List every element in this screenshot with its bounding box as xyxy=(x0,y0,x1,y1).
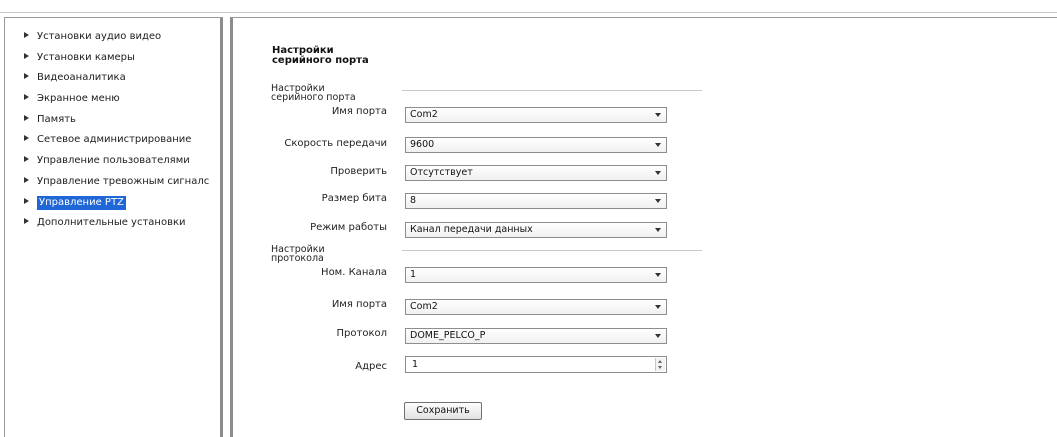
chevron-down-icon xyxy=(655,199,661,203)
sidebar-item-label: Сетевое администрирование xyxy=(37,134,192,146)
top-divider xyxy=(0,12,1057,13)
protocol-select[interactable]: DOME_PELCO_P xyxy=(405,328,667,344)
serial-section-divider xyxy=(402,90,702,91)
chevron-down-icon xyxy=(655,143,661,147)
work-mode-label: Режим работы xyxy=(310,222,387,233)
page-title-line2: серийного порта xyxy=(272,55,369,66)
serial-heading-line2: серийного порта xyxy=(271,92,356,103)
sidebar-item-label: Управление PTZ xyxy=(37,195,126,210)
save-button[interactable]: Сохранить xyxy=(404,402,482,420)
protocol-label: Протокол xyxy=(336,328,387,339)
parity-select[interactable]: Отсутствует xyxy=(405,165,667,181)
triangle-right-icon xyxy=(24,94,29,101)
sidebar-item-users[interactable]: Управление пользователями xyxy=(24,151,209,172)
triangle-right-icon xyxy=(24,114,29,121)
sidebar-item-alarm[interactable]: Управление тревожным сигналс xyxy=(24,172,209,193)
chevron-down-icon xyxy=(655,113,661,117)
serial-section-heading: Настройки серийного порта xyxy=(271,84,356,103)
sidebar-item-network[interactable]: Сетевое администрирование xyxy=(24,130,209,151)
chevron-down-icon xyxy=(655,273,661,277)
baud-rate-select[interactable]: 9600 xyxy=(405,137,667,153)
protocol-port-name-label: Имя порта xyxy=(331,299,387,310)
triangle-right-icon xyxy=(24,176,29,183)
channel-select[interactable]: 1 xyxy=(405,267,667,283)
sidebar-item-label: Управление тревожным сигналс xyxy=(37,175,210,187)
triangle-right-icon xyxy=(24,52,29,59)
chevron-down-icon xyxy=(655,305,661,309)
parity-label: Проверить xyxy=(330,166,387,177)
spinner-up-icon[interactable] xyxy=(658,360,662,363)
baud-rate-value: 9600 xyxy=(410,139,435,150)
sidebar-item-osd[interactable]: Экранное меню xyxy=(24,89,209,110)
protocol-section-heading: Настройки протокола xyxy=(271,245,325,264)
channel-label: Ном. Канала xyxy=(321,267,387,278)
address-input[interactable]: 1 xyxy=(405,356,667,373)
parity-value: Отсутствует xyxy=(410,167,473,178)
sidebar-item-camera[interactable]: Установки камеры xyxy=(24,48,209,69)
protocol-section-divider xyxy=(402,250,702,251)
protocol-port-name-select[interactable]: Com2 xyxy=(405,299,667,315)
triangle-right-icon xyxy=(24,73,29,80)
work-mode-select[interactable]: Канал передачи данных xyxy=(405,222,667,238)
sidebar-item-label: Установки аудио видео xyxy=(37,31,162,42)
data-bits-select[interactable]: 8 xyxy=(405,193,667,209)
protocol-value: DOME_PELCO_P xyxy=(410,330,486,341)
triangle-right-icon xyxy=(24,156,29,163)
sidebar-item-label: Память xyxy=(37,113,76,125)
address-value: 1 xyxy=(412,359,419,370)
sidebar-item-label: Управление пользователями xyxy=(37,155,190,167)
address-label: Адрес xyxy=(355,361,387,372)
protocol-port-name-value: Com2 xyxy=(410,301,438,312)
work-mode-value: Канал передачи данных xyxy=(410,224,533,235)
spinner-down-icon[interactable] xyxy=(658,366,662,369)
sidebar-item-advanced[interactable]: Дополнительные установки xyxy=(24,213,209,234)
sidebar-item-video-analytics[interactable]: Видеоаналитика xyxy=(24,68,209,89)
sidebar-nav: Установки аудио видео Установки камеры В… xyxy=(24,27,209,234)
sidebar-item-ptz[interactable]: Управление PTZ xyxy=(24,193,209,214)
spinner-arrows-icon[interactable] xyxy=(655,358,665,371)
sidebar-item-label: Дополнительные установки xyxy=(37,217,186,229)
sidebar-item-label: Видеоаналитика xyxy=(37,72,126,84)
sidebar-item-label: Установки камеры xyxy=(37,51,135,63)
chevron-down-icon xyxy=(655,334,661,338)
port-name-value: Com2 xyxy=(410,109,438,120)
data-bits-value: 8 xyxy=(410,195,417,206)
baud-rate-label: Скорость передачи xyxy=(284,138,387,149)
triangle-right-icon xyxy=(24,218,29,225)
triangle-right-icon xyxy=(24,197,29,204)
chevron-down-icon xyxy=(655,228,661,232)
port-name-select[interactable]: Com2 xyxy=(405,107,667,123)
chevron-down-icon xyxy=(655,171,661,175)
protocol-heading-line2: протокола xyxy=(271,253,324,264)
sidebar-item-storage[interactable]: Память xyxy=(24,110,209,131)
triangle-right-icon xyxy=(24,32,29,38)
channel-value: 1 xyxy=(410,269,417,280)
sidebar-item-label: Экранное меню xyxy=(37,93,120,105)
port-name-label: Имя порта xyxy=(331,106,387,117)
sidebar-item-audio-video[interactable]: Установки аудио видео xyxy=(24,27,209,48)
page-title: Настройки серийного порта xyxy=(272,46,369,66)
triangle-right-icon xyxy=(24,135,29,142)
data-bits-label: Размер бита xyxy=(321,193,387,204)
